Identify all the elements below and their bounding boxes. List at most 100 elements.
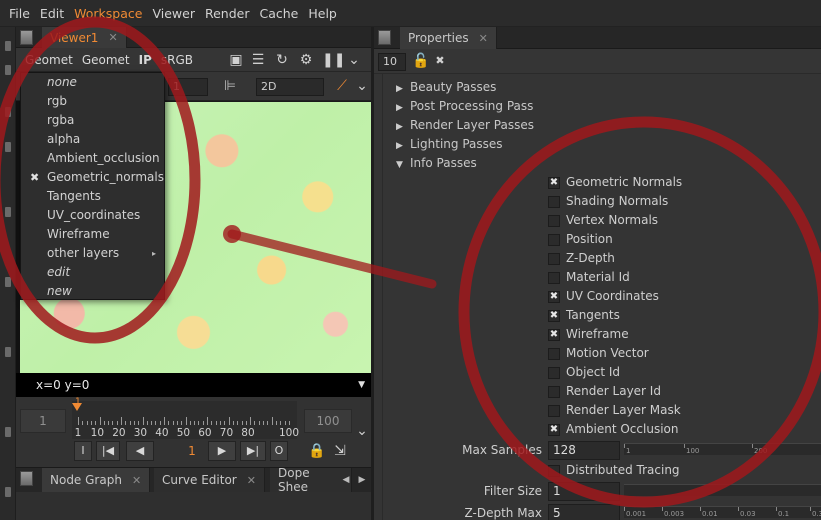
filter-size-field[interactable]: 1 [548,482,620,501]
tab-curve-editor[interactable]: Curve Editor ✕ [154,468,265,492]
section-header[interactable]: ▼ Info Passes [396,154,477,173]
layer-menu-item[interactable]: Tangents [21,187,164,206]
list-icon[interactable]: ☰ [250,52,266,68]
layer-menu-item[interactable]: none [21,73,164,92]
menu-cache[interactable]: Cache [254,6,303,21]
zdepth-max-field[interactable]: 5 [548,504,620,520]
menu-file[interactable]: File [4,6,35,21]
info-pass-checkbox[interactable] [548,272,560,284]
tab-properties[interactable]: Properties ✕ [400,27,497,49]
close-icon[interactable]: ✕ [108,31,117,44]
layer-select-2[interactable]: Geomet [82,53,130,67]
tool-grip-icon[interactable] [5,142,11,152]
info-pass-row[interactable]: Z-Depth [548,249,615,268]
info-pass-row[interactable]: ✖ Tangents [548,306,620,325]
distributed-tracing-row[interactable]: Distributed Tracing [548,461,680,480]
chevron-right-icon[interactable]: ▶ [354,472,370,488]
distributed-tracing-checkbox[interactable] [548,465,560,477]
chevron-down-icon[interactable]: ⌄ [354,423,370,439]
frame-field[interactable]: 1 [168,78,208,96]
overlay-icon[interactable]: ▣ [228,52,244,68]
chevron-down-icon[interactable]: ⌄ [346,52,362,68]
info-pass-checkbox[interactable] [548,215,560,227]
layer-menu-item[interactable]: other layers ▸ [21,244,164,263]
slider-icon[interactable]: ⊫ [222,78,238,94]
out-point-button[interactable]: O [270,441,288,461]
settings-icon[interactable]: ⚙ [298,52,314,68]
panel-grip-icon[interactable] [20,471,33,486]
section-header[interactable]: ▶ Lighting Passes [396,135,503,154]
pause-icon[interactable]: ❚❚ [322,52,345,68]
info-pass-row[interactable]: Motion Vector [548,344,649,363]
filter-size-slider[interactable] [624,484,821,496]
timeline-start-field[interactable]: 1 [20,409,66,433]
tool-grip-icon[interactable] [5,347,11,357]
info-pass-checkbox[interactable]: ✖ [548,329,560,341]
tool-grip-icon[interactable] [5,427,11,437]
tool-grip-icon[interactable] [5,277,11,287]
panel-grip-icon[interactable] [20,30,33,45]
layer-menu-item[interactable]: rgb [21,92,164,111]
info-pass-row[interactable]: ✖ Ambient Occlusion [548,420,678,439]
layer-menu-item[interactable]: Ambient_occlusion [21,149,164,168]
layer-menu-item[interactable]: Wireframe [21,225,164,244]
menu-workspace[interactable]: Workspace [69,6,147,21]
menu-edit[interactable]: Edit [35,6,69,21]
play-forward-button[interactable]: ▶ [208,441,236,461]
max-samples-field[interactable]: 128 [548,441,620,460]
pick-icon[interactable]: ⟋ [334,78,350,94]
layer-menu-item[interactable]: edit [21,263,164,282]
info-pass-checkbox[interactable]: ✖ [548,177,560,189]
info-pass-row[interactable]: Render Layer Id [548,382,661,401]
max-samples-slider[interactable]: 1 100 200 [624,443,821,455]
zdepth-max-slider[interactable]: 0.001 0.003 0.01 0.03 0.1 0.3 [624,506,821,518]
tool-grip-icon[interactable] [5,107,11,117]
node-graph-area[interactable] [16,492,371,520]
menu-help[interactable]: Help [303,6,342,21]
section-header[interactable]: ▶ Beauty Passes [396,78,496,97]
info-pass-checkbox[interactable] [548,386,560,398]
menu-viewer[interactable]: Viewer [147,6,200,21]
info-pass-checkbox[interactable] [548,196,560,208]
menu-render[interactable]: Render [200,6,255,21]
info-pass-checkbox[interactable] [548,367,560,379]
info-pass-row[interactable]: Shading Normals [548,192,668,211]
info-pass-row[interactable]: Vertex Normals [548,211,658,230]
tab-node-graph[interactable]: Node Graph ✕ [42,468,151,492]
tool-grip-icon[interactable] [5,41,11,51]
info-pass-row[interactable]: ✖ UV Coordinates [548,287,659,306]
close-icon[interactable]: ✕ [132,474,141,487]
info-pass-row[interactable]: Position [548,230,613,249]
chevron-down-icon[interactable]: ⌄ [354,78,370,94]
in-point-button[interactable]: I [74,441,92,461]
layer-select-1[interactable]: Geomet [25,53,73,67]
info-pass-checkbox[interactable]: ✖ [548,310,560,322]
layer-menu-item[interactable]: new [21,282,164,301]
layer-menu-item[interactable]: alpha [21,130,164,149]
info-pass-checkbox[interactable] [548,234,560,246]
lock-icon[interactable]: 🔓 [412,53,429,69]
timeline-ruler[interactable]: 1 10 20 30 40 50 60 70 80 100 [72,401,299,439]
section-header[interactable]: ▶ Post Processing Pass [396,97,533,116]
info-pass-row[interactable]: ✖ Geometric Normals [548,173,682,192]
clear-panels-icon[interactable]: ✖ [432,53,448,69]
colorspace-select[interactable]: sRGB [161,53,193,67]
lock-icon[interactable]: 🔒 [308,443,325,459]
section-header[interactable]: ▶ Render Layer Passes [396,116,534,135]
step-icon[interactable]: ⇲ [332,443,348,459]
tool-grip-icon[interactable] [5,65,11,75]
info-pass-row[interactable]: ✖ Wireframe [548,325,629,344]
info-pass-checkbox[interactable] [548,348,560,360]
info-pass-checkbox[interactable]: ✖ [548,291,560,303]
ip-button[interactable]: IP [139,53,152,67]
tool-grip-icon[interactable] [5,207,11,217]
close-icon[interactable]: ✕ [247,474,256,487]
triangle-down-icon[interactable]: ▼ [396,156,410,175]
timeline-end-field[interactable]: 100 [304,409,352,433]
layer-menu-item[interactable]: UV_coordinates [21,206,164,225]
chevron-left-icon[interactable]: ◀ [338,472,354,488]
layer-menu-item[interactable]: rgba [21,111,164,130]
info-pass-checkbox[interactable]: ✖ [548,424,560,436]
info-pass-row[interactable]: Material Id [548,268,630,287]
info-pass-checkbox[interactable] [548,253,560,265]
